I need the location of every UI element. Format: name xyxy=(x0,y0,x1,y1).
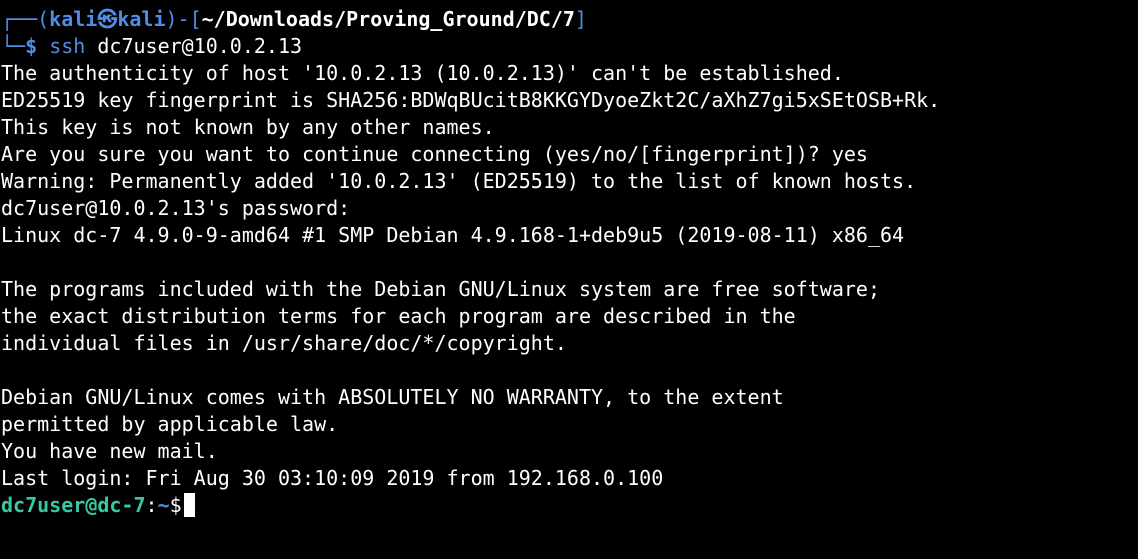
remote-path: ~ xyxy=(157,493,170,517)
output-line: Last login: Fri Aug 30 03:10:09 2019 fro… xyxy=(1,466,664,490)
command-argument: dc7user@10.0.2.13 xyxy=(97,34,303,58)
prompt-frame-close: ] xyxy=(574,7,587,31)
remote-prompt-line[interactable]: dc7user@dc-7:~$ xyxy=(1,492,1138,519)
output-line: You have new mail. xyxy=(1,439,218,463)
command-name: ssh xyxy=(49,34,86,58)
terminal-window[interactable]: ┌──(kali㉿kali)-[~/Downloads/Proving_Grou… xyxy=(0,0,1138,559)
output-line: Linux dc-7 4.9.0-9-amd64 #1 SMP Debian 4… xyxy=(1,223,905,247)
output-line: Debian GNU/Linux comes with ABSOLUTELY N… xyxy=(1,385,784,409)
local-prompt-line-2: └─$ ssh dc7user@10.0.2.13 xyxy=(1,33,1138,60)
output-line: permitted by applicable law. xyxy=(1,412,339,436)
local-prompt-line-1: ┌──(kali㉿kali)-[~/Downloads/Proving_Grou… xyxy=(1,6,1138,33)
prompt-host: kali xyxy=(117,7,166,31)
output-block: The authenticity of host '10.0.2.13 (10.… xyxy=(1,60,1138,492)
remote-user-host: dc7user@dc-7 xyxy=(1,493,146,517)
output-line: Are you sure you want to continue connec… xyxy=(1,142,868,166)
output-line: dc7user@10.0.2.13's password: xyxy=(1,196,351,220)
output-line: individual files in /usr/share/doc/*/cop… xyxy=(1,331,567,355)
output-line: the exact distribution terms for each pr… xyxy=(1,304,796,328)
kali-at-icon: ㉿ xyxy=(97,7,118,31)
prompt-frame-bottom: └─ xyxy=(1,34,26,58)
remote-dollar: $ xyxy=(169,493,182,517)
output-line: Warning: Permanently added '10.0.2.13' (… xyxy=(1,169,917,193)
output-line: The programs included with the Debian GN… xyxy=(1,277,880,301)
remote-colon: : xyxy=(145,493,158,517)
prompt-frame-top: ┌──( xyxy=(1,7,50,31)
output-line: This key is not known by any other names… xyxy=(1,115,495,139)
output-line: ED25519 key fingerprint is SHA256:BDWqBU… xyxy=(1,88,941,112)
output-line: The authenticity of host '10.0.2.13 (10.… xyxy=(1,61,844,85)
prompt-path: ~/Downloads/Proving_Ground/DC/7 xyxy=(201,7,575,31)
prompt-dollar: $ xyxy=(25,34,38,58)
prompt-user: kali xyxy=(49,7,98,31)
text-cursor[interactable] xyxy=(183,493,195,517)
prompt-frame-mid: )-[ xyxy=(165,7,202,31)
